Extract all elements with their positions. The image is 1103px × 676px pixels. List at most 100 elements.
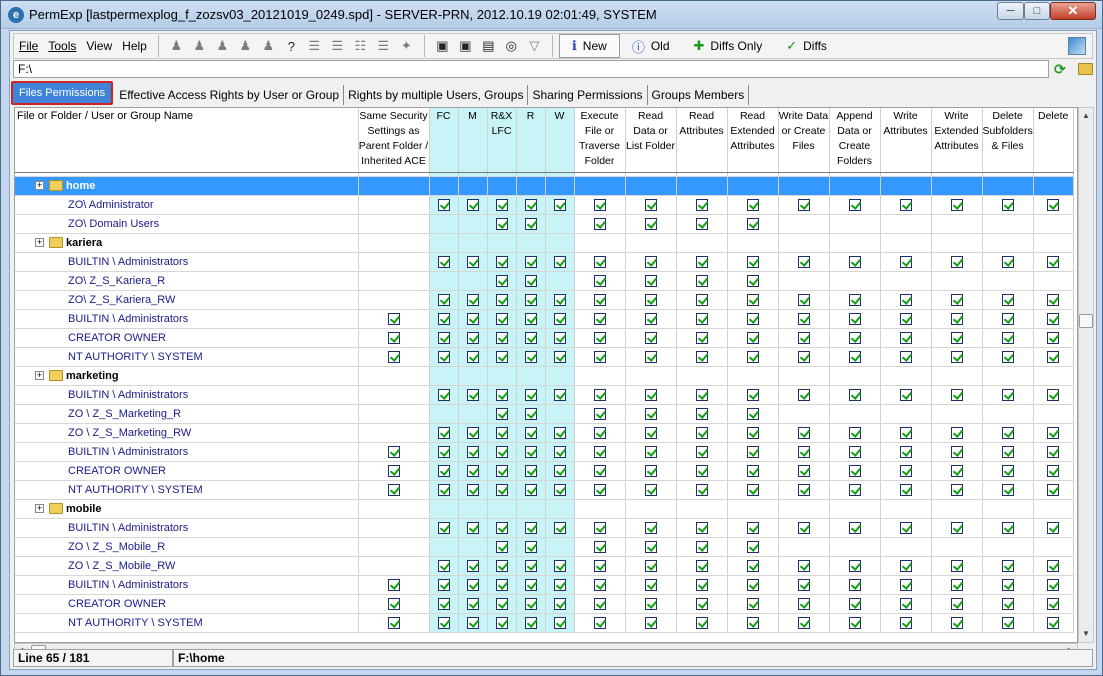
checkbox-checked-icon[interactable] (1047, 617, 1060, 630)
checkbox-checked-icon[interactable] (797, 598, 810, 611)
table-row[interactable]: ZO \ Z_S_Mobile_R (15, 537, 1074, 557)
checkbox-checked-icon[interactable] (437, 389, 450, 402)
column-header[interactable]: R&X LFC (487, 108, 517, 173)
checkbox-checked-icon[interactable] (695, 598, 708, 611)
checkbox-checked-icon[interactable] (466, 446, 479, 459)
table-row[interactable]: NT AUTHORITY \ SYSTEM (15, 347, 1074, 367)
column-header[interactable]: R (516, 108, 546, 173)
checkbox-checked-icon[interactable] (644, 560, 657, 573)
checkbox-checked-icon[interactable] (1047, 560, 1060, 573)
checkbox-checked-icon[interactable] (950, 465, 963, 478)
column-header[interactable]: Delete (1033, 108, 1074, 173)
view-button-diffs[interactable]: ✓ Diffs (774, 34, 839, 58)
checkbox-checked-icon[interactable] (899, 427, 912, 440)
checkbox-checked-icon[interactable] (495, 218, 508, 231)
table-row[interactable]: ZO \ Z_S_Marketing_RW (15, 423, 1074, 443)
checkbox-checked-icon[interactable] (593, 275, 606, 288)
checkbox-checked-icon[interactable] (524, 579, 537, 592)
checkbox-checked-icon[interactable] (593, 313, 606, 326)
checkbox-checked-icon[interactable] (746, 541, 759, 554)
checkbox-checked-icon[interactable] (848, 484, 861, 497)
checkbox-checked-icon[interactable] (593, 218, 606, 231)
column-header[interactable]: Read Data or List Folder (625, 108, 677, 173)
compare-add-icon[interactable]: ▣ (454, 35, 477, 57)
checkbox-checked-icon[interactable] (437, 313, 450, 326)
checkbox-checked-icon[interactable] (553, 332, 566, 345)
checkbox-checked-icon[interactable] (593, 427, 606, 440)
checkbox-checked-icon[interactable] (524, 294, 537, 307)
checkbox-checked-icon[interactable] (466, 598, 479, 611)
checkbox-checked-icon[interactable] (950, 446, 963, 459)
checkbox-checked-icon[interactable] (797, 199, 810, 212)
checkbox-checked-icon[interactable] (524, 427, 537, 440)
table-row[interactable]: ZO\ Z_S_Kariera_R (15, 271, 1074, 291)
tab-files-permissions[interactable]: Files Permissions (11, 81, 114, 105)
checkbox-checked-icon[interactable] (746, 313, 759, 326)
list-gray-icon[interactable]: ☰ (372, 35, 395, 57)
tab-groups-members[interactable]: Groups Members (648, 85, 750, 105)
list-color-icon[interactable]: ☰ (303, 35, 326, 57)
checkbox-checked-icon[interactable] (593, 294, 606, 307)
checkbox-checked-icon[interactable] (797, 465, 810, 478)
checkbox-checked-icon[interactable] (848, 598, 861, 611)
checkbox-checked-icon[interactable] (797, 332, 810, 345)
expand-icon[interactable]: + (35, 181, 44, 191)
checkbox-checked-icon[interactable] (1047, 256, 1060, 269)
checkbox-checked-icon[interactable] (644, 408, 657, 421)
checkbox-checked-icon[interactable] (797, 522, 810, 535)
checkbox-checked-icon[interactable] (466, 199, 479, 212)
checkbox-checked-icon[interactable] (899, 560, 912, 573)
checkbox-checked-icon[interactable] (553, 199, 566, 212)
checkbox-checked-icon[interactable] (495, 332, 508, 345)
checkbox-checked-icon[interactable] (524, 617, 537, 630)
checkbox-checked-icon[interactable] (746, 465, 759, 478)
checkbox-checked-icon[interactable] (950, 427, 963, 440)
maximize-button[interactable]: □ (1024, 2, 1050, 20)
checkbox-checked-icon[interactable] (899, 465, 912, 478)
checkbox-checked-icon[interactable] (495, 446, 508, 459)
checkbox-checked-icon[interactable] (387, 579, 400, 592)
checkbox-checked-icon[interactable] (1047, 446, 1060, 459)
table-row[interactable]: BUILTIN \ Administrators (15, 385, 1074, 405)
view-button-diffs-only[interactable]: ✚ Diffs Only (682, 34, 775, 58)
checkbox-checked-icon[interactable] (950, 256, 963, 269)
checkbox-checked-icon[interactable] (899, 484, 912, 497)
checkbox-checked-icon[interactable] (899, 332, 912, 345)
permissions-grid[interactable]: File or Folder / User or Group Name Same … (14, 107, 1078, 643)
table-row[interactable]: NT AUTHORITY \ SYSTEM (15, 613, 1074, 633)
checkbox-checked-icon[interactable] (553, 617, 566, 630)
table-row[interactable]: ZO\ Administrator (15, 195, 1074, 215)
checkbox-checked-icon[interactable] (848, 389, 861, 402)
checkbox-checked-icon[interactable] (848, 617, 861, 630)
checkbox-checked-icon[interactable] (746, 294, 759, 307)
checkbox-checked-icon[interactable] (746, 408, 759, 421)
checkbox-checked-icon[interactable] (899, 579, 912, 592)
scroll-down-icon[interactable]: ▼ (1079, 626, 1093, 642)
checkbox-checked-icon[interactable] (553, 446, 566, 459)
checkbox-checked-icon[interactable] (899, 522, 912, 535)
checkbox-checked-icon[interactable] (1001, 522, 1014, 535)
checkbox-checked-icon[interactable] (899, 294, 912, 307)
checkbox-checked-icon[interactable] (553, 522, 566, 535)
checkbox-checked-icon[interactable] (387, 617, 400, 630)
checkbox-checked-icon[interactable] (495, 408, 508, 421)
checkbox-checked-icon[interactable] (950, 617, 963, 630)
checkbox-checked-icon[interactable] (695, 332, 708, 345)
checkbox-checked-icon[interactable] (848, 446, 861, 459)
column-header[interactable]: Same Security Settings as Parent Folder … (358, 108, 430, 173)
checkbox-checked-icon[interactable] (495, 275, 508, 288)
checkbox-checked-icon[interactable] (644, 313, 657, 326)
checkbox-checked-icon[interactable] (593, 408, 606, 421)
checkbox-checked-icon[interactable] (593, 465, 606, 478)
checkbox-checked-icon[interactable] (797, 256, 810, 269)
column-header[interactable]: Read Extended Attributes (727, 108, 779, 173)
column-header[interactable]: Delete Subfolders & Files (982, 108, 1034, 173)
table-row[interactable]: NT AUTHORITY \ SYSTEM (15, 480, 1074, 500)
checkbox-checked-icon[interactable] (387, 446, 400, 459)
checkbox-checked-icon[interactable] (1001, 446, 1014, 459)
checkbox-checked-icon[interactable] (553, 598, 566, 611)
checkbox-checked-icon[interactable] (437, 522, 450, 535)
checkbox-checked-icon[interactable] (495, 598, 508, 611)
checkbox-checked-icon[interactable] (899, 256, 912, 269)
checkbox-checked-icon[interactable] (797, 484, 810, 497)
